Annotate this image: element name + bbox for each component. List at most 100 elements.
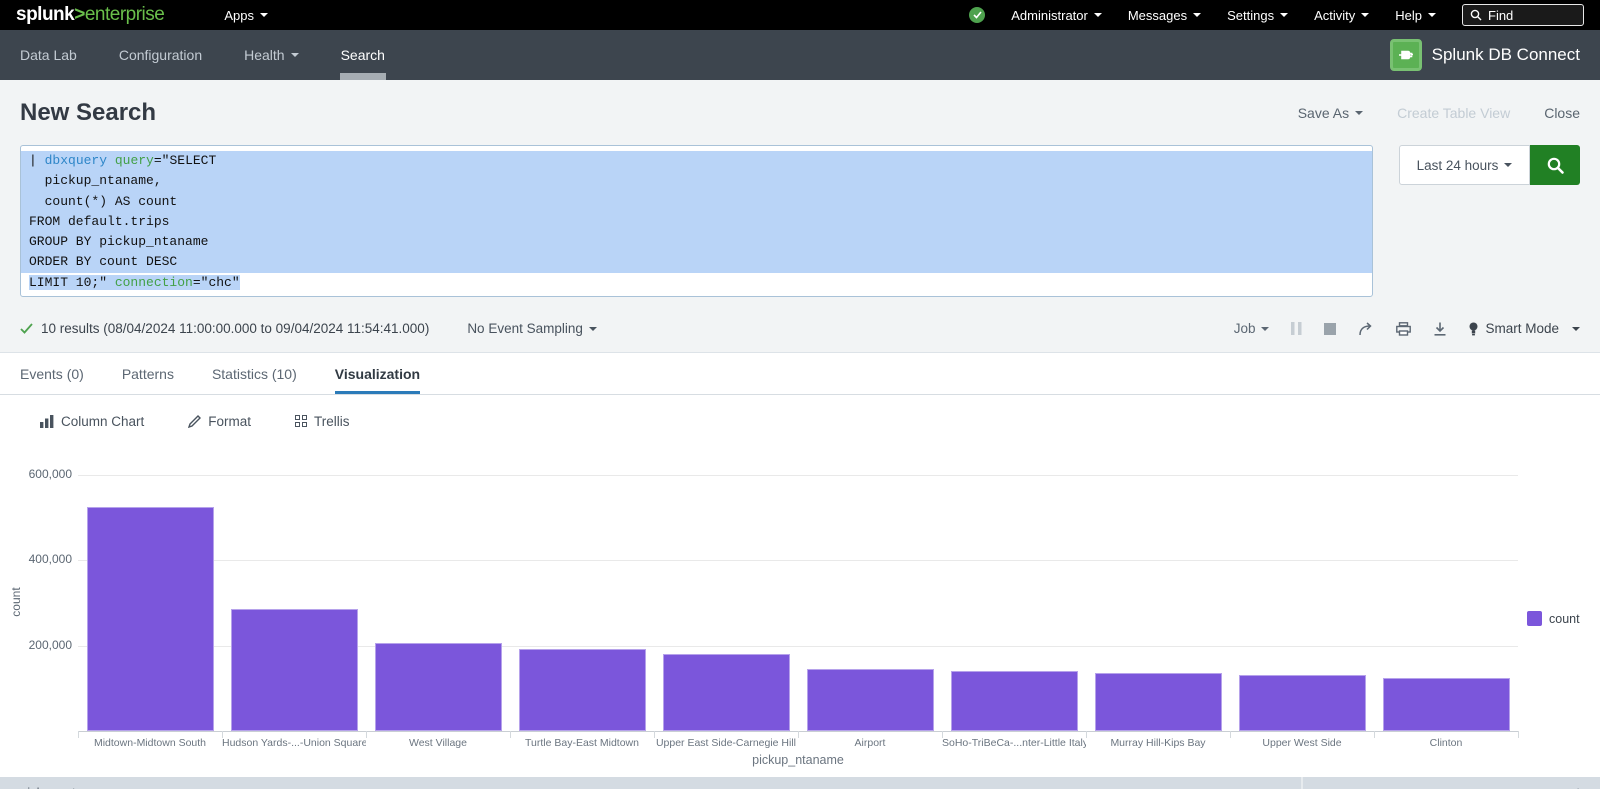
search-header-section: New Search Save As Create Table View Clo…: [0, 80, 1600, 353]
legend-swatch: [1527, 611, 1542, 626]
nav-item-configuration[interactable]: Configuration: [119, 30, 202, 80]
chevron-down-icon: [291, 53, 299, 57]
administrator-menu[interactable]: Administrator: [1011, 8, 1102, 23]
pencil-icon: [188, 415, 201, 428]
topbar-right-menus: Administrator Messages Settings Activity…: [969, 4, 1584, 26]
search-query-input[interactable]: | dbxquery query="SELECT pickup_ntaname,…: [20, 145, 1373, 297]
format-button[interactable]: Format: [188, 414, 251, 429]
trellis-button[interactable]: Trellis: [295, 414, 350, 429]
nav-item-search[interactable]: Search: [341, 30, 385, 80]
axis-tick: [1230, 731, 1231, 738]
chart-bar[interactable]: [1239, 675, 1366, 731]
apps-menu-label: Apps: [224, 8, 254, 23]
visualization-toolbar: Column Chart Format Trellis: [0, 395, 1600, 447]
stop-job-button[interactable]: [1324, 323, 1336, 335]
query-token: ="SELECT: [154, 153, 216, 168]
chevron-down-icon: [1193, 13, 1201, 17]
nav-item-health[interactable]: Health: [244, 30, 298, 80]
pause-icon: [1291, 322, 1302, 335]
create-table-view-button[interactable]: Create Table View: [1397, 105, 1510, 121]
x-axis-category-label: Clinton: [1374, 737, 1518, 749]
chart-bar[interactable]: [375, 643, 502, 731]
export-download-button[interactable]: [1433, 322, 1447, 336]
chart-bar[interactable]: [1095, 673, 1222, 731]
time-range-label: Last 24 hours: [1417, 158, 1499, 173]
printer-icon: [1396, 322, 1411, 336]
table-column-pickup-ntaname[interactable]: pickup_ntaname: [0, 777, 1303, 789]
close-button[interactable]: Close: [1544, 105, 1580, 121]
stop-icon: [1324, 323, 1336, 335]
job-menu[interactable]: Job: [1234, 321, 1270, 336]
tab-statistics-10[interactable]: Statistics (10): [212, 353, 297, 394]
chart-bar[interactable]: [951, 671, 1078, 731]
search-mode-menu[interactable]: Smart Mode: [1469, 321, 1580, 336]
print-button[interactable]: [1396, 322, 1411, 336]
page-header: New Search Save As Create Table View Clo…: [0, 80, 1600, 140]
system-status-icon[interactable]: [969, 7, 985, 23]
legend-item-count[interactable]: count: [1527, 611, 1580, 626]
app-brand[interactable]: Splunk DB Connect: [1390, 39, 1580, 71]
splunk-enterprise-logo[interactable]: splunk>enterprise: [16, 4, 164, 26]
query-line: pickup_ntaname,: [21, 171, 1372, 191]
nav-item-data-lab[interactable]: Data Lab: [20, 30, 77, 80]
apps-menu[interactable]: Apps: [224, 8, 268, 23]
pause-job-button[interactable]: [1291, 322, 1302, 335]
top-bar: splunk>enterprise Apps Administrator Mes…: [0, 0, 1600, 30]
search-icon: [1546, 156, 1565, 175]
app-bar: Data Lab Configuration Health Search Splunk…: [0, 30, 1600, 80]
chart-bar[interactable]: [807, 669, 934, 731]
results-summary: 10 results (08/04/2024 11:00:00.000 to 0…: [20, 321, 597, 336]
settings-menu[interactable]: Settings: [1227, 8, 1288, 23]
logo-enterprise-text: enterprise: [85, 4, 165, 25]
query-line: ORDER BY count DESC: [21, 252, 1372, 272]
share-job-button[interactable]: [1358, 322, 1374, 336]
help-menu[interactable]: Help: [1395, 8, 1436, 23]
nav-item-label: Health: [244, 47, 284, 63]
tab-visualization[interactable]: Visualization: [335, 353, 420, 394]
x-axis-category-label: Hudson Yards-...-Union Square: [222, 737, 366, 749]
chevron-down-icon: [1261, 327, 1269, 331]
tab-events-0[interactable]: Events (0): [20, 353, 84, 394]
find-search-input[interactable]: Find: [1462, 4, 1584, 26]
save-as-button[interactable]: Save As: [1298, 105, 1363, 121]
chart-bar[interactable]: [519, 649, 646, 731]
axis-tick: [942, 731, 943, 738]
active-nav-marker: [340, 73, 386, 80]
query-token: GROUP BY pickup_ntaname: [29, 234, 208, 249]
legend-label: count: [1549, 612, 1580, 626]
axis-tick: [798, 731, 799, 738]
x-axis-category-label: Upper East Side-Carnegie Hill: [654, 737, 798, 749]
chart-bar[interactable]: [1383, 678, 1510, 731]
check-icon: [20, 323, 33, 334]
x-axis-title: pickup_ntaname: [598, 753, 998, 767]
axis-tick: [222, 731, 223, 738]
table-column-count[interactable]: count: [1303, 777, 1600, 789]
axis-tick: [366, 731, 367, 738]
job-menu-label: Job: [1234, 321, 1256, 336]
db-connect-app-icon: [1390, 39, 1422, 71]
chevron-down-icon: [1428, 13, 1436, 17]
chart-bar[interactable]: [231, 609, 358, 731]
tab-patterns[interactable]: Patterns: [122, 353, 174, 394]
chevron-down-icon: [1361, 13, 1369, 17]
event-sampling-menu[interactable]: No Event Sampling: [467, 321, 597, 336]
activity-menu[interactable]: Activity: [1314, 8, 1369, 23]
y-axis-tick-label: 400,000: [2, 552, 72, 566]
header-actions: Save As Create Table View Close: [1298, 105, 1580, 121]
chart-bar[interactable]: [87, 507, 214, 731]
messages-menu[interactable]: Messages: [1128, 8, 1201, 23]
query-line: GROUP BY pickup_ntaname: [21, 232, 1372, 252]
chart-bar[interactable]: [663, 654, 790, 731]
run-search-button[interactable]: [1530, 145, 1580, 185]
y-axis-tick-label: 200,000: [2, 638, 72, 652]
query-line: LIMIT 10;" connection="chc": [21, 273, 1372, 293]
chart-type-picker[interactable]: Column Chart: [40, 414, 144, 429]
trellis-grid-icon: [295, 415, 307, 427]
chevron-down-icon: [1355, 111, 1363, 115]
gridline: [78, 475, 1518, 476]
plug-icon: [1397, 46, 1415, 64]
time-range-picker[interactable]: Last 24 hours: [1399, 145, 1530, 185]
search-row: | dbxquery query="SELECT pickup_ntaname,…: [0, 140, 1600, 305]
query-token: LIMIT 10;": [29, 275, 115, 290]
x-axis-category-label: SoHo-TriBeCa-...nter-Little Italy: [942, 737, 1086, 749]
